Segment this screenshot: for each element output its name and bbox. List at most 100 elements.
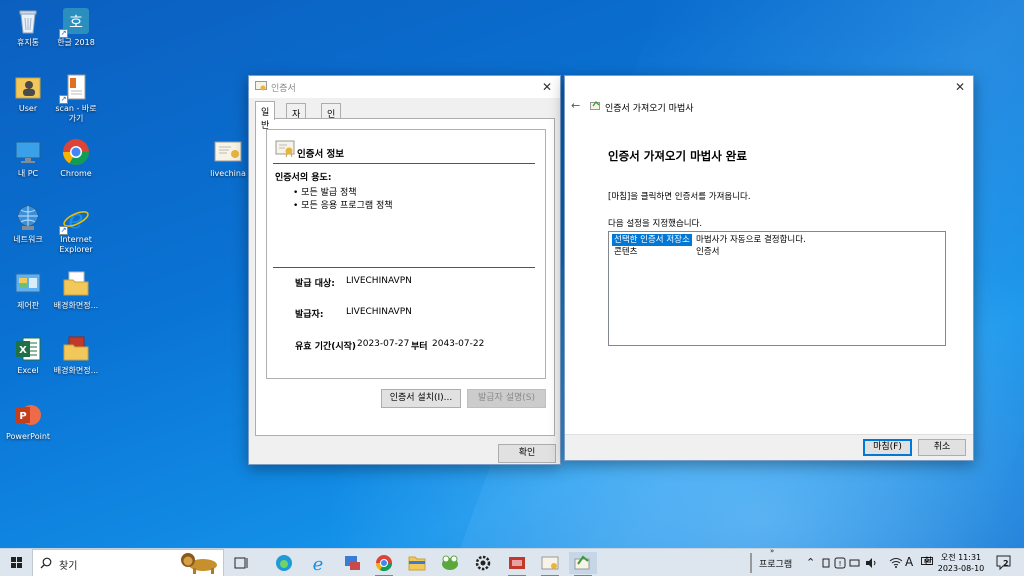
wizard-titlebar[interactable]: ✕ bbox=[565, 76, 973, 98]
certificate-info-title: 인증서 정보 bbox=[297, 149, 345, 160]
desktop-icon-folder-pdf[interactable]: 배경화면정... bbox=[48, 334, 104, 376]
desktop-icon-label: 한글 2018 bbox=[57, 38, 95, 47]
recycle-bin-icon bbox=[13, 6, 43, 36]
powerpoint-icon: P bbox=[13, 400, 43, 430]
taskbar-import-wizard[interactable] bbox=[569, 552, 597, 576]
valid-from-value: 2023-07-27 bbox=[357, 339, 410, 349]
close-icon[interactable]: ✕ bbox=[955, 80, 965, 94]
window-title: 인증서 bbox=[271, 84, 296, 94]
divider bbox=[273, 163, 535, 164]
issuer-statement-button[interactable]: 발급자 설명(S) bbox=[467, 389, 546, 408]
svg-text:!: ! bbox=[839, 560, 842, 568]
taskbar-settings[interactable] bbox=[469, 552, 497, 574]
certificate-icon bbox=[275, 140, 295, 158]
ie-icon: e bbox=[313, 554, 324, 575]
taskbar-file-explorer[interactable] bbox=[403, 552, 431, 574]
lion-illustration bbox=[181, 553, 217, 574]
svg-text:호: 호 bbox=[69, 13, 83, 31]
taskbar-cert-manager[interactable] bbox=[536, 552, 564, 576]
notification-button[interactable]: 2 bbox=[996, 555, 1012, 576]
taskbar-app-red[interactable] bbox=[503, 552, 531, 576]
folder-icon bbox=[61, 269, 91, 299]
tab-general[interactable]: 일반 bbox=[255, 101, 276, 131]
back-arrow-icon[interactable]: ← bbox=[571, 99, 580, 112]
search-box[interactable]: 찾기 bbox=[32, 549, 224, 576]
desktop-icon-ie[interactable]: e ↗ Internet Explorer bbox=[48, 203, 104, 255]
desktop-icon-hangul[interactable]: 호 ↗ 한글 2018 bbox=[48, 6, 104, 48]
taskbar: 찾기 e » 프로그램 ⌃ ! A 한 오전 11:31 2023-08-10 … bbox=[0, 547, 1024, 576]
desktop-icon-folder[interactable]: 배경화면정... bbox=[48, 269, 104, 311]
clock-date: 2023-08-10 bbox=[937, 564, 985, 573]
taskbar-edge[interactable] bbox=[270, 552, 298, 574]
desktop-icon-scan[interactable]: ↗ scan - 바로 가기 bbox=[48, 72, 104, 124]
divider bbox=[273, 267, 535, 268]
issued-by-label: 발급자: bbox=[295, 310, 324, 320]
network-app-icon bbox=[345, 556, 360, 570]
certificate-info-box: 인증서 정보 인증서의 용도: • 모든 발급 정책 • 모든 응용 프로그램 … bbox=[266, 129, 546, 379]
edge-icon bbox=[276, 555, 292, 571]
desktop-icon-label: 배경화면정... bbox=[53, 301, 99, 310]
tab-details[interactable]: 자세히 bbox=[286, 103, 307, 146]
purpose-label: 인증서의 용도: bbox=[275, 173, 332, 183]
tray-icons[interactable]: ! bbox=[822, 557, 886, 576]
taskbar-ie[interactable]: e bbox=[304, 552, 332, 575]
search-icon bbox=[40, 557, 52, 569]
chrome-icon bbox=[375, 555, 393, 572]
svg-text:e: e bbox=[313, 554, 324, 574]
finish-button[interactable]: 마침(F) bbox=[863, 439, 912, 456]
pc-icon bbox=[13, 137, 43, 167]
start-button[interactable] bbox=[0, 549, 32, 576]
ok-button[interactable]: 확인 bbox=[498, 444, 556, 463]
chevron-up-icon[interactable]: ⌃ bbox=[806, 556, 815, 576]
issued-to-value: LIVECHINAVPN bbox=[346, 276, 412, 286]
certificate-dialog-titlebar[interactable]: 인증서 ✕ bbox=[249, 76, 560, 98]
certificate-wizard-icon bbox=[590, 100, 601, 111]
valid-to-label: 부터 bbox=[411, 342, 428, 352]
purpose-item: • 모든 응용 프로그램 정책 bbox=[293, 201, 393, 211]
toolbar-separator bbox=[750, 553, 752, 573]
valid-to-value: 2043-07-22 bbox=[432, 339, 485, 349]
cancel-button[interactable]: 취소 bbox=[918, 439, 966, 456]
windows-icon bbox=[11, 557, 22, 568]
programs-toolbar[interactable]: 프로그램 bbox=[759, 557, 792, 576]
desktop-icon-label: PowerPoint bbox=[5, 432, 51, 441]
task-view-button[interactable] bbox=[227, 552, 255, 574]
general-tab-panel: 인증서 정보 인증서의 용도: • 모든 발급 정책 • 모든 응용 프로그램 … bbox=[255, 118, 555, 436]
folder-pdf-icon bbox=[61, 334, 91, 364]
certificate-dialog: 인증서 ✕ 일반 자세히 인증 경로 인증서 정보 인증서의 용도: • 모든 … bbox=[248, 75, 561, 465]
svg-text:e: e bbox=[68, 205, 83, 233]
setting-value: 인증서 bbox=[696, 247, 720, 257]
svg-text:P: P bbox=[19, 411, 26, 422]
taskbar-chrome[interactable] bbox=[370, 552, 398, 576]
wifi-icon[interactable] bbox=[889, 556, 903, 576]
ime-indicator[interactable]: A bbox=[905, 555, 913, 576]
wizard-footer: 마침(F) 취소 bbox=[565, 434, 973, 460]
taskbar-network-app[interactable] bbox=[338, 552, 366, 574]
certificate-icon bbox=[213, 137, 243, 167]
frog-app-icon bbox=[442, 555, 458, 570]
system-clock[interactable]: 한 오전 11:31 2023-08-10 bbox=[924, 552, 986, 574]
desktop-icon-chrome[interactable]: Chrome bbox=[48, 137, 104, 179]
wizard-instruction: [마침]을 클릭하면 인증서를 가져옵니다. bbox=[608, 192, 751, 202]
close-icon[interactable]: ✕ bbox=[542, 80, 552, 94]
taskbar-app-frog[interactable] bbox=[436, 552, 464, 574]
setting-key: 콘텐츠 bbox=[614, 247, 638, 257]
user-folder-icon bbox=[13, 72, 43, 102]
desktop-icon-label: 배경화면정... bbox=[53, 366, 99, 375]
ime-mode[interactable]: 한 bbox=[924, 557, 932, 568]
desktop-icon-label: Internet Explorer bbox=[59, 235, 93, 254]
install-certificate-button[interactable]: 인증서 설치(I)... bbox=[381, 389, 461, 408]
settings-list[interactable]: 선택한 인증서 저장소 마법사가 자동으로 결정합니다. 콘텐츠 인증서 bbox=[608, 231, 946, 346]
desktop-icon-powerpoint[interactable]: P PowerPoint bbox=[0, 400, 56, 442]
hangul-icon: 호 ↗ bbox=[59, 6, 91, 38]
svg-text:X: X bbox=[19, 345, 27, 356]
excel-icon: X bbox=[13, 334, 43, 364]
red-app-icon bbox=[509, 557, 525, 569]
tab-certification-path[interactable]: 인증 경로 bbox=[321, 103, 342, 159]
chrome-icon bbox=[61, 137, 91, 167]
settings-label: 다음 설정을 지정했습니다. bbox=[608, 219, 703, 229]
wizard-heading: 인증서 가져오기 마법사 완료 bbox=[608, 149, 747, 163]
issued-by-value: LIVECHINAVPN bbox=[346, 307, 412, 317]
task-view-icon bbox=[234, 557, 248, 569]
folder-icon bbox=[408, 556, 426, 571]
